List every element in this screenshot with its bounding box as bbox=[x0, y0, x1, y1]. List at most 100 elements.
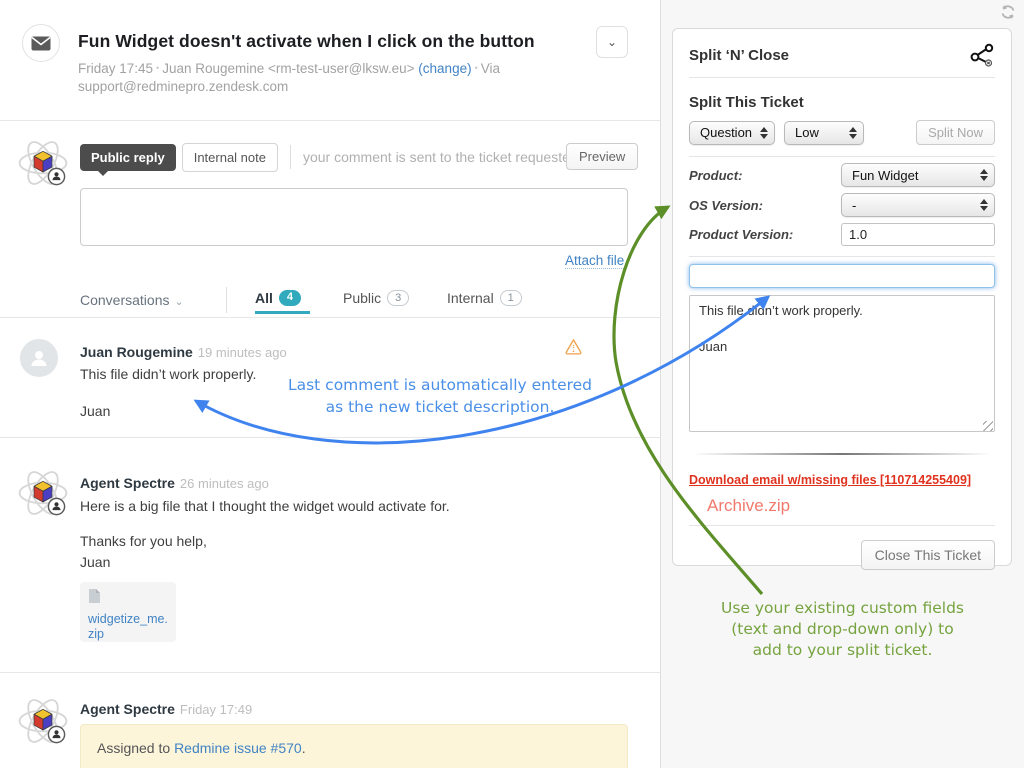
preview-button[interactable]: Preview bbox=[566, 143, 638, 170]
redmine-issue-link[interactable]: Redmine issue #570 bbox=[174, 740, 302, 756]
green-annotation-line: Use your existing custom fields bbox=[661, 598, 1024, 619]
agent-avatar bbox=[16, 694, 70, 748]
file-icon bbox=[88, 588, 101, 604]
comment-text: This file didn’t work properly. bbox=[80, 366, 256, 382]
ticket-type-select[interactable]: Question bbox=[689, 121, 775, 145]
warning-icon[interactable] bbox=[565, 339, 582, 356]
comment-time: 26 minutes ago bbox=[175, 476, 269, 491]
active-tab-underline bbox=[255, 311, 310, 314]
system-note-text: . bbox=[302, 740, 306, 756]
system-note-text: Assigned to bbox=[97, 740, 174, 756]
divider bbox=[689, 77, 995, 78]
green-annotation: Use your existing custom fields (text an… bbox=[661, 598, 1024, 661]
divider bbox=[0, 120, 660, 121]
resize-handle[interactable] bbox=[983, 421, 993, 431]
chevron-down-icon: ⌄ bbox=[607, 35, 617, 49]
blue-annotation-line: Last comment is automatically entered bbox=[245, 374, 635, 396]
tab-public-reply[interactable]: Public reply bbox=[80, 144, 176, 171]
archive-filename[interactable]: Archive.zip bbox=[707, 496, 995, 516]
stepper-icon bbox=[980, 169, 988, 181]
via-label: Via bbox=[481, 61, 500, 76]
download-email-link[interactable]: Download email w/missing files [11071425… bbox=[689, 473, 971, 487]
green-annotation-line: (text and drop-down only) to bbox=[661, 619, 1024, 640]
system-note: Assigned to Redmine issue #570. bbox=[80, 724, 628, 768]
tab-internal[interactable]: Internal 1 bbox=[447, 290, 522, 306]
product-version-input[interactable] bbox=[841, 223, 995, 246]
divider bbox=[0, 672, 660, 673]
conversations-dropdown[interactable]: Conversations⌄ bbox=[80, 292, 184, 308]
refresh-icon[interactable] bbox=[1000, 4, 1016, 20]
product-label: Product: bbox=[689, 168, 742, 183]
blue-annotation: Last comment is automatically entered as… bbox=[245, 374, 635, 418]
comment-time: Friday 17:49 bbox=[175, 702, 252, 717]
priority-value: Low bbox=[795, 125, 841, 140]
ticket-requester: Juan Rougemine <rm-test-user@lksw.eu> bbox=[162, 61, 414, 76]
divider bbox=[689, 525, 995, 526]
close-this-ticket-button[interactable]: Close This Ticket bbox=[861, 540, 995, 570]
attachment-card[interactable]: widgetize_me.zip bbox=[80, 582, 176, 642]
divider bbox=[689, 156, 995, 157]
zendesk-ticket-app: Fun Widget doesn't activate when I click… bbox=[0, 0, 1024, 768]
product-select[interactable]: Fun Widget bbox=[841, 163, 995, 187]
change-requester-link[interactable]: (change) bbox=[418, 61, 471, 76]
os-version-value: - bbox=[852, 198, 972, 213]
person-icon bbox=[28, 347, 50, 369]
product-value: Fun Widget bbox=[852, 168, 972, 183]
comment-header: Agent SpectreFriday 17:49 bbox=[80, 701, 252, 719]
divider bbox=[689, 453, 995, 455]
comment-text: Here is a big file that I thought the wi… bbox=[80, 498, 450, 514]
app-title: Split ‘N’ Close bbox=[689, 47, 789, 64]
comment-author: Juan Rougemine bbox=[80, 344, 193, 360]
comment-time: 19 minutes ago bbox=[193, 345, 287, 360]
comment-text: Juan bbox=[80, 403, 110, 419]
comment-text: Thanks for you help, bbox=[80, 533, 207, 549]
ticket-pane: Fun Widget doesn't activate when I click… bbox=[0, 0, 661, 768]
os-version-label: OS Version: bbox=[689, 198, 763, 213]
tab-all[interactable]: All 4 bbox=[255, 290, 301, 306]
via-address: support@redminepro.zendesk.com bbox=[78, 79, 288, 94]
comment-header: Juan Rougemine19 minutes ago bbox=[80, 344, 287, 362]
bullet-separator: • bbox=[153, 63, 162, 73]
composer-tabs: Public reply Internal note your comment … bbox=[80, 143, 575, 171]
blue-annotation-line: as the new ticket description. bbox=[245, 396, 635, 418]
tab-public[interactable]: Public 3 bbox=[343, 290, 409, 306]
divider bbox=[0, 317, 660, 318]
new-ticket-subject-input[interactable] bbox=[689, 264, 995, 288]
agent-avatar bbox=[16, 466, 70, 520]
tab-internal-note[interactable]: Internal note bbox=[182, 143, 278, 172]
comment-header: Agent Spectre26 minutes ago bbox=[80, 475, 269, 493]
share-split-icon[interactable] bbox=[969, 42, 995, 68]
chevron-down-icon: ⌄ bbox=[170, 296, 184, 308]
bullet-separator: • bbox=[472, 63, 481, 73]
priority-select[interactable]: Low bbox=[784, 121, 864, 145]
ticket-title: Fun Widget doesn't activate when I click… bbox=[78, 31, 535, 52]
attachment-filename: widgetize_me.zip bbox=[88, 612, 168, 642]
ticket-options-button[interactable]: ⌄ bbox=[596, 26, 628, 58]
tab-public-label: Public bbox=[343, 290, 381, 306]
comment-author: Agent Spectre bbox=[80, 475, 175, 491]
email-icon bbox=[31, 36, 51, 51]
divider bbox=[290, 145, 291, 169]
tab-public-count-badge: 3 bbox=[387, 290, 409, 306]
tab-all-label: All bbox=[255, 290, 273, 306]
attach-file-link[interactable]: Attach file bbox=[565, 253, 624, 269]
composer-hint: your comment is sent to the ticket reque… bbox=[303, 149, 575, 165]
divider bbox=[0, 437, 660, 438]
green-annotation-line: add to your split ticket. bbox=[661, 640, 1024, 661]
ticket-meta: Friday 17:45•Juan Rougemine <rm-test-use… bbox=[78, 59, 598, 96]
apps-pane: Split ‘N’ Close Split This Ticket Questi… bbox=[661, 0, 1024, 768]
tab-internal-label: Internal bbox=[447, 290, 494, 306]
new-ticket-description-textarea[interactable]: This file didn’t work properly. Juan bbox=[689, 295, 995, 432]
split-now-button[interactable]: Split Now bbox=[916, 120, 995, 145]
product-version-label: Product Version: bbox=[689, 227, 793, 242]
os-version-select[interactable]: - bbox=[841, 193, 995, 217]
stepper-icon bbox=[849, 127, 857, 139]
split-n-close-app: Split ‘N’ Close Split This Ticket Questi… bbox=[672, 28, 1012, 566]
comment-input[interactable] bbox=[80, 188, 628, 246]
comment-author: Agent Spectre bbox=[80, 701, 175, 717]
stepper-icon bbox=[980, 199, 988, 211]
conversations-label: Conversations bbox=[80, 292, 170, 308]
comment-text: Juan bbox=[80, 554, 110, 570]
agent-avatar bbox=[16, 136, 70, 190]
divider bbox=[689, 256, 995, 257]
